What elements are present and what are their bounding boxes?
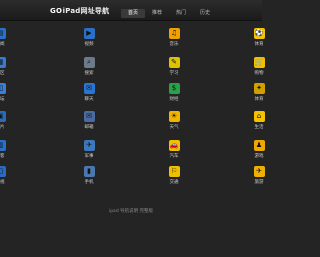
nav-link-community[interactable]: ▦ 社区 (0, 57, 13, 76)
nav-link-label: 手机 (84, 180, 94, 185)
nav-link-weather[interactable]: ☀ 天气 (161, 111, 187, 130)
military-icon: ✈ (83, 140, 95, 151)
tv-icon: ▢ (0, 166, 6, 177)
study-icon: ✎ (168, 57, 180, 68)
nav-link-study[interactable]: ✎ 学习 (161, 57, 187, 76)
photo-icon: ▣ (0, 111, 6, 122)
game-icon: ♟ (253, 140, 265, 151)
car-icon: 🚗 (168, 140, 180, 151)
nav-link-label: 天气 (169, 125, 179, 130)
nav-link-label: 音乐 (169, 42, 179, 47)
shopping-icon: 🛒 (253, 57, 265, 68)
nav-link-label: 购物 (254, 71, 264, 76)
chat-icon: ✉ (83, 83, 95, 94)
community-icon: ▦ (0, 57, 6, 68)
nav-link-search[interactable]: ⌕ 搜索 (76, 57, 102, 76)
travel-icon: ✈ (253, 166, 265, 177)
nav-link-label: 体育 (254, 97, 264, 102)
nav-link-car[interactable]: 🚗 汽车 (161, 140, 187, 159)
nav-link-tv[interactable]: ▢ 电视 (0, 166, 13, 185)
finance-icon: $ (168, 83, 180, 94)
video-icon: ▶ (83, 28, 95, 39)
blog-icon: ▥ (0, 140, 6, 151)
nav-link-label: 汽车 (169, 154, 179, 159)
music-icon: ♫ (168, 28, 180, 39)
nav-link-label: 视频 (84, 42, 94, 47)
nav-link-label: 图片 (0, 125, 5, 130)
nav-link-military[interactable]: ✈ 军事 (76, 140, 102, 159)
weather-icon: ☀ (168, 111, 180, 122)
nav-link-photo[interactable]: ▣ 图片 (0, 111, 13, 130)
nav-link-chat[interactable]: ✉ 聊天 (76, 83, 102, 102)
nav-link-finance[interactable]: $ 财经 (161, 83, 187, 102)
mobile-icon: ▮ (83, 166, 95, 177)
nav-link-mail[interactable]: ✉ 邮箱 (76, 111, 102, 130)
nav-link-label: 聊天 (84, 97, 94, 102)
nav-link-label: 旅游 (254, 180, 264, 185)
nav-link-game[interactable]: ♟ 游戏 (246, 140, 272, 159)
forum-icon: ◫ (0, 83, 6, 94)
nav-link-label: 电视 (0, 180, 5, 185)
nav-link-label: 邮箱 (84, 125, 94, 130)
nav-link-label: 军事 (84, 154, 94, 159)
nav-link-blog[interactable]: ▥ 博客 (0, 140, 13, 159)
nav-link-label: 论坛 (0, 97, 5, 102)
nav-link-label: 搜索 (84, 71, 94, 76)
nav-link-transport[interactable]: ⚐ 交通 (161, 166, 187, 185)
nav-link-shopping[interactable]: 🛒 购物 (246, 57, 272, 76)
nav-link-mobile[interactable]: ▮ 手机 (76, 166, 102, 185)
mail-icon: ✉ (83, 111, 95, 122)
nav-link-label: 财经 (169, 97, 179, 102)
nav-link-label: 学习 (169, 71, 179, 76)
search-icon: ⌕ (83, 57, 95, 68)
nav-link-label: 游戏 (254, 154, 264, 159)
nav-link-label: 新闻 (0, 42, 5, 47)
nav-link-label: 交通 (169, 180, 179, 185)
nav-link-life[interactable]: ⌂ 生活 (246, 111, 272, 130)
nav-link-label: 博客 (0, 154, 5, 159)
nav-link-label: 生活 (254, 125, 264, 130)
nav-link-sports[interactable]: ⚽ 体育 (246, 28, 272, 47)
nav-link-travel[interactable]: ✈ 旅游 (246, 166, 272, 185)
nav-link-forum[interactable]: ◫ 论坛 (0, 83, 13, 102)
nav-link-label: 体育 (254, 42, 264, 47)
life-icon: ⌂ (253, 111, 265, 122)
nav-link-label: 社区 (0, 71, 5, 76)
nav-link-lottery[interactable]: ✦ 体育 (246, 83, 272, 102)
nav-link-music[interactable]: ♫ 音乐 (161, 28, 187, 47)
sports-icon: ⚽ (253, 28, 265, 39)
nav-link-news[interactable]: ▤ 新闻 (0, 28, 13, 47)
footer[interactable]: ipad 导航说明 完整版 (0, 208, 262, 214)
nav-link-video[interactable]: ▶ 视频 (76, 28, 102, 47)
lottery-icon: ✦ (253, 83, 265, 94)
link-grid: ▤ 新闻 ▦ 社区 ◫ 论坛 ▣ 图片 ▥ 博客 ▢ 电视 ▶ 视频 ♫ 音乐 ⚽ 体育 ⌕ 搜索 ✎ 学习 🛒 购物 ✉ 聊天 $… (0, 0, 265, 257)
transport-icon: ⚐ (168, 166, 180, 177)
news-icon: ▤ (0, 28, 6, 39)
